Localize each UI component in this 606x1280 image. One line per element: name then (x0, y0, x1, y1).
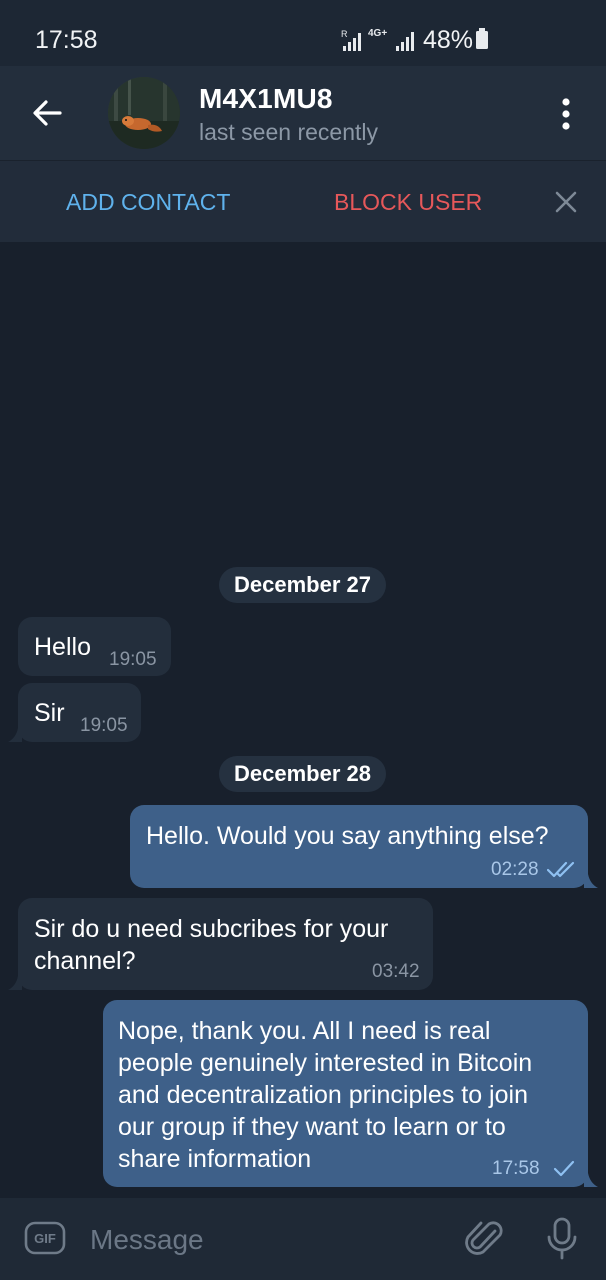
message-time: 02:28 (491, 859, 539, 880)
signal-icon (395, 30, 417, 57)
message-text-line: people genuinely interested in Bitcoin (118, 1049, 533, 1077)
incoming-message[interactable]: Sir 19:05 (18, 683, 141, 742)
chat-title[interactable]: M4X1MU8 (199, 83, 333, 115)
bubble-tail (584, 874, 598, 888)
single-check-sent-icon (553, 1160, 575, 1177)
voice-record-button[interactable] (546, 1216, 578, 1262)
message-text-line: our group if they want to learn or to (118, 1113, 506, 1141)
incoming-message[interactable]: Sir do u need subcribes for your channel… (18, 898, 433, 990)
contact-action-bar: ADD CONTACT BLOCK USER (0, 160, 606, 242)
paperclip-icon (465, 1221, 503, 1255)
close-action-bar-button[interactable] (552, 188, 580, 216)
message-input[interactable] (88, 1218, 452, 1262)
more-vertical-icon (562, 98, 570, 130)
block-user-button[interactable]: BLOCK USER (334, 189, 482, 216)
status-bar: 17:58 R 4G+ 48% (0, 0, 606, 66)
date-separator: December 28 (219, 756, 386, 792)
message-time: 03:42 (372, 961, 420, 982)
gif-label: GIF (34, 1230, 56, 1246)
back-button[interactable] (26, 92, 68, 134)
fox-avatar-image (108, 77, 180, 149)
message-time: 19:05 (109, 649, 157, 670)
date-separator: December 27 (219, 567, 386, 603)
battery-icon (475, 28, 489, 55)
gif-button[interactable]: GIF (24, 1221, 66, 1255)
message-text: Hello (34, 633, 91, 661)
attach-button[interactable] (465, 1217, 505, 1261)
message-time: 17:58 (492, 1158, 540, 1179)
microphone-icon (547, 1217, 577, 1260)
incoming-message[interactable]: Hello 19:05 (18, 617, 171, 676)
network-type-icon: 4G+ (368, 28, 388, 39)
signal-roaming-icon: R (341, 28, 363, 57)
add-contact-button[interactable]: ADD CONTACT (66, 189, 230, 216)
message-text-line: and decentralization principles to join (118, 1081, 528, 1109)
message-time: 19:05 (80, 715, 128, 736)
outgoing-message[interactable]: Nope, thank you. All I need is real peop… (103, 1000, 588, 1187)
bubble-tail (8, 728, 22, 742)
message-text-line: Sir do u need subcribes for your (34, 915, 389, 943)
last-seen-status: last seen recently (199, 119, 378, 145)
outgoing-message[interactable]: Hello. Would you say anything else? 02:2… (130, 805, 588, 888)
chat-header: M4X1MU8 last seen recently (0, 66, 606, 160)
message-composer: GIF (0, 1198, 606, 1280)
avatar[interactable] (108, 77, 180, 149)
arrow-left-icon (33, 100, 62, 126)
message-text-line: share information (118, 1145, 312, 1173)
bubble-tail (8, 976, 22, 990)
message-text: Hello. Would you say anything else? (146, 822, 549, 850)
more-options-button[interactable] (552, 94, 580, 134)
double-check-read-icon (547, 861, 575, 878)
svg-text:R: R (341, 29, 348, 39)
message-text-line: channel? (34, 947, 136, 975)
message-text-line: Nope, thank you. All I need is real (118, 1017, 491, 1045)
bubble-tail (584, 1173, 598, 1187)
close-icon (555, 191, 577, 213)
battery-percent: 48% (423, 26, 474, 54)
status-time: 17:58 (35, 26, 98, 54)
message-text: Sir (34, 699, 65, 727)
